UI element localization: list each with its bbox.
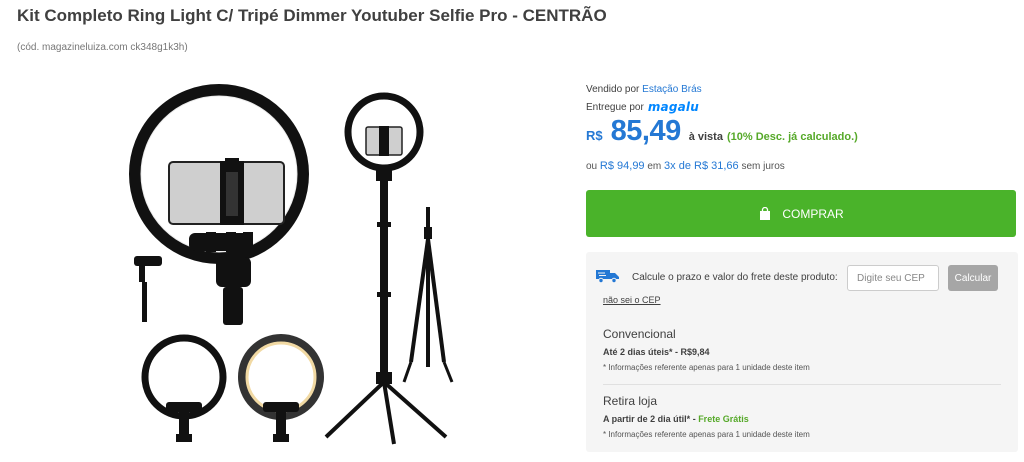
shipping-option-conventional: Convencional Até 2 dias úteis* - R$9,84 … — [603, 327, 1001, 372]
installments-mid: em — [647, 161, 662, 172]
cep-input[interactable] — [847, 265, 939, 291]
option-name: Convencional — [603, 327, 676, 341]
option-time: A partir de 2 dia útil* - Frete Grátis — [603, 414, 1001, 424]
product-image[interactable] — [126, 82, 476, 452]
buy-button[interactable]: COMPRAR — [586, 190, 1016, 237]
calculate-button[interactable]: Calcular — [948, 265, 998, 291]
installments-prefix: ou — [586, 161, 598, 172]
installments-suffix: sem juros — [741, 161, 785, 172]
option-time-text: A partir de 2 dia útil* — [603, 414, 691, 424]
cash-label: à vista — [688, 131, 723, 143]
shopping-bag-icon — [760, 206, 771, 220]
option-note: * Informações referente apenas para 1 un… — [603, 430, 810, 439]
installments-value: 3x de R$ 31,66 — [664, 160, 739, 172]
option-separator: - — [690, 414, 699, 424]
option-time: Até 2 dias úteis* - R$9,84 — [603, 347, 1001, 357]
no-cep-link[interactable]: não sei o CEP — [603, 295, 661, 305]
option-time-text: Até 2 dias úteis* — [603, 347, 673, 357]
seller-line: Vendido por Estação Brás — [586, 84, 702, 95]
discount-label: (10% Desc. já calculado.) — [726, 131, 858, 143]
option-cost: Frete Grátis — [698, 414, 749, 424]
shipping-calculator: Calcule o prazo e valor do frete deste p… — [586, 252, 1018, 452]
option-name: Retira loja — [603, 394, 658, 408]
buy-button-label: COMPRAR — [782, 206, 844, 221]
truck-icon — [596, 270, 619, 283]
price-value: 85,49 — [610, 115, 682, 147]
divider — [603, 384, 1001, 385]
full-price: R$ 94,99 — [599, 160, 645, 172]
delivered-by-label: Entregue por — [586, 101, 644, 113]
option-cost: R$9,84 — [680, 347, 710, 357]
installments-line: ou R$ 94,99 em 3x de R$ 31,66 sem juros — [586, 160, 785, 172]
product-code: (cód. magazineluiza.com ck348g1k3h) — [17, 42, 188, 53]
delivered-by-line: Entregue por magalu — [586, 100, 699, 114]
price-currency: R$ — [586, 128, 603, 143]
price-row: R$ 85,49 à vista (10% Desc. já calculado… — [586, 115, 858, 148]
magalu-logo: magalu — [647, 100, 699, 114]
sold-by-label: Vendido por — [586, 84, 640, 95]
shipping-label: Calcule o prazo e valor do frete deste p… — [632, 272, 838, 283]
shipping-option-pickup: Retira loja A partir de 2 dia útil* - Fr… — [603, 394, 1001, 439]
option-separator: - — [672, 347, 681, 357]
product-title: Kit Completo Ring Light C/ Tripé Dimmer … — [17, 6, 607, 25]
seller-link[interactable]: Estação Brás — [642, 84, 701, 95]
option-note: * Informações referente apenas para 1 un… — [603, 363, 810, 372]
